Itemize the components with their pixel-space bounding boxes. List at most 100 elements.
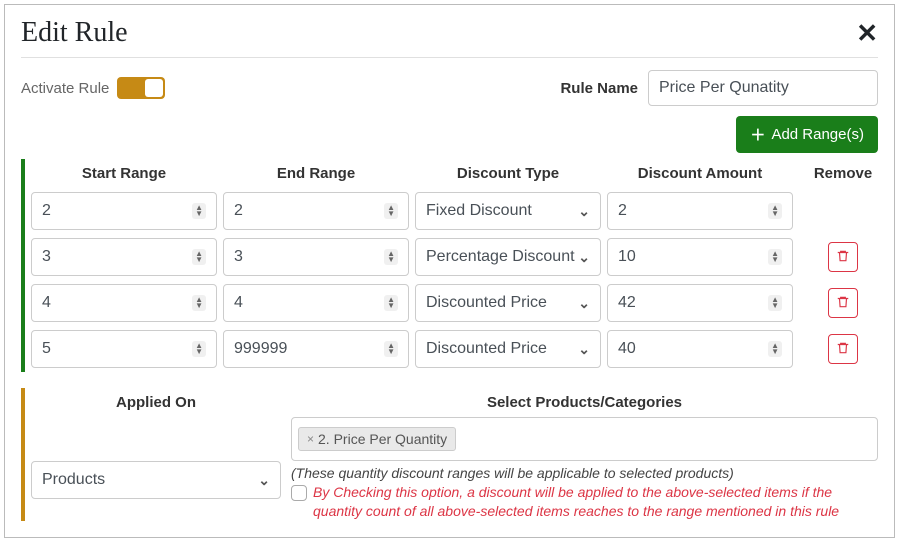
start-range-input-value: 2 — [42, 202, 51, 220]
chevron-down-icon: ⌄ — [578, 203, 590, 220]
remove-cell — [799, 284, 887, 322]
end-range-input[interactable]: 2 ▲▼ — [223, 192, 409, 230]
toggle-knob — [145, 79, 163, 97]
applied-body: Products ⌄ × 2. Price Per Quantity (Thes… — [31, 417, 878, 521]
range-row: 2 ▲▼ 2 ▲▼ Fixed Discount ⌄ 2 ▲▼ — [31, 188, 878, 234]
discount-type-select-value: Discounted Price — [426, 340, 547, 358]
end-range-input-value: 2 — [234, 202, 243, 220]
col-remove: Remove — [799, 165, 887, 182]
start-range-input-value: 4 — [42, 294, 51, 312]
activate-rule-toggle[interactable] — [117, 77, 165, 99]
ranges-header: Start Range End Range Discount Type Disc… — [31, 159, 878, 188]
add-range-button[interactable]: ＋ Add Range(s) — [736, 116, 878, 153]
spinner-icon[interactable]: ▲▼ — [384, 249, 398, 265]
activate-rule-label: Activate Rule — [21, 80, 109, 97]
chevron-down-icon: ⌄ — [578, 249, 590, 266]
trash-icon — [836, 249, 850, 266]
discount-type-select-value: Fixed Discount — [426, 202, 532, 220]
discount-amount-input-value: 40 — [618, 340, 636, 358]
discount-amount-input[interactable]: 40 ▲▼ — [607, 330, 793, 368]
dialog-title: Edit Rule — [21, 17, 128, 49]
start-range-input[interactable]: 4 ▲▼ — [31, 284, 217, 322]
spinner-icon[interactable]: ▲▼ — [384, 203, 398, 219]
selected-product-chip: × 2. Price Per Quantity — [298, 427, 456, 451]
remove-cell — [799, 238, 887, 276]
combined-quantity-warning: By Checking this option, a discount will… — [313, 483, 878, 521]
start-range-input-value: 3 — [42, 248, 51, 266]
combined-quantity-row: By Checking this option, a discount will… — [291, 483, 878, 521]
discount-type-select-value: Percentage Discount — [426, 248, 575, 266]
spinner-icon[interactable]: ▲▼ — [384, 341, 398, 357]
end-range-input[interactable]: 999999 ▲▼ — [223, 330, 409, 368]
trash-icon — [836, 341, 850, 358]
spinner-icon[interactable]: ▲▼ — [768, 203, 782, 219]
rule-name-input[interactable] — [648, 70, 878, 106]
discount-type-select[interactable]: Discounted Price⌄ — [415, 284, 601, 322]
col-end-range: End Range — [223, 165, 409, 182]
remove-cell — [799, 330, 887, 368]
end-range-input-value: 3 — [234, 248, 243, 266]
end-range-input-value: 4 — [234, 294, 243, 312]
remove-range-button[interactable] — [828, 334, 858, 364]
remove-cell-empty — [799, 192, 887, 230]
dialog-header: Edit Rule ✕ — [5, 5, 894, 57]
add-range-label: Add Range(s) — [771, 126, 864, 143]
spinner-icon[interactable]: ▲▼ — [192, 295, 206, 311]
products-multiselect[interactable]: × 2. Price Per Quantity — [291, 417, 878, 461]
discount-amount-input[interactable]: 42 ▲▼ — [607, 284, 793, 322]
start-range-input[interactable]: 5 ▲▼ — [31, 330, 217, 368]
start-range-input-value: 5 — [42, 340, 51, 358]
close-icon[interactable]: ✕ — [856, 20, 878, 46]
ranges-body: 2 ▲▼ 2 ▲▼ Fixed Discount ⌄ 2 ▲▼ 3 ▲▼ 3 ▲▼ Percentage… — [31, 188, 878, 372]
rule-name-label: Rule Name — [560, 80, 638, 97]
end-range-input[interactable]: 3 ▲▼ — [223, 238, 409, 276]
activate-row: Activate Rule Rule Name — [5, 58, 894, 116]
chevron-down-icon: ⌄ — [578, 341, 590, 358]
discount-type-select[interactable]: Percentage Discount⌄ — [415, 238, 601, 276]
range-row: 3 ▲▼ 3 ▲▼ Percentage Discount⌄ 10 ▲▼ — [31, 234, 878, 280]
spinner-icon[interactable]: ▲▼ — [768, 295, 782, 311]
col-discount-amount: Discount Amount — [607, 165, 793, 182]
discount-amount-input[interactable]: 10 ▲▼ — [607, 238, 793, 276]
plus-icon: ＋ — [750, 124, 765, 145]
discount-amount-input-value: 10 — [618, 248, 636, 266]
applied-right: × 2. Price Per Quantity (These quantity … — [291, 417, 878, 521]
end-range-input[interactable]: 4 ▲▼ — [223, 284, 409, 322]
rule-name-wrap: Rule Name — [560, 70, 878, 106]
select-products-header: Select Products/Categories — [291, 394, 878, 411]
applied-on-value: Products — [42, 471, 105, 489]
col-start-range: Start Range — [31, 165, 217, 182]
discount-amount-input-value: 42 — [618, 294, 636, 312]
spinner-icon[interactable]: ▲▼ — [192, 203, 206, 219]
spinner-icon[interactable]: ▲▼ — [768, 341, 782, 357]
applied-block: Applied On Select Products/Categories Pr… — [21, 388, 878, 521]
discount-amount-input-value: 2 — [618, 202, 627, 220]
discount-type-select[interactable]: Fixed Discount ⌄ — [415, 192, 601, 230]
remove-range-button[interactable] — [828, 242, 858, 272]
remove-range-button[interactable] — [828, 288, 858, 318]
activate-left: Activate Rule — [21, 77, 165, 99]
chip-remove-icon[interactable]: × — [307, 432, 314, 446]
range-row: 4 ▲▼ 4 ▲▼ Discounted Price⌄ 42 ▲▼ — [31, 280, 878, 326]
discount-type-select[interactable]: Discounted Price ⌄ — [415, 330, 601, 368]
spinner-icon[interactable]: ▲▼ — [768, 249, 782, 265]
end-range-input-value: 999999 — [234, 340, 287, 358]
start-range-input[interactable]: 3 ▲▼ — [31, 238, 217, 276]
applied-on-header: Applied On — [31, 394, 281, 411]
chevron-down-icon: ⌄ — [258, 472, 270, 489]
spinner-icon[interactable]: ▲▼ — [192, 341, 206, 357]
edit-rule-dialog: Edit Rule ✕ Activate Rule Rule Name ＋ Ad… — [4, 4, 895, 538]
applied-header: Applied On Select Products/Categories — [31, 388, 878, 417]
combined-quantity-checkbox[interactable] — [291, 485, 307, 501]
applicability-note: (These quantity discount ranges will be … — [291, 465, 878, 481]
add-range-row: ＋ Add Range(s) — [5, 116, 894, 159]
start-range-input[interactable]: 2 ▲▼ — [31, 192, 217, 230]
trash-icon — [836, 295, 850, 312]
applied-on-select[interactable]: Products ⌄ — [31, 461, 281, 499]
discount-type-select-value: Discounted Price — [426, 294, 547, 312]
chip-label: 2. Price Per Quantity — [318, 431, 447, 447]
ranges-block: Start Range End Range Discount Type Disc… — [21, 159, 878, 372]
spinner-icon[interactable]: ▲▼ — [192, 249, 206, 265]
spinner-icon[interactable]: ▲▼ — [384, 295, 398, 311]
discount-amount-input[interactable]: 2 ▲▼ — [607, 192, 793, 230]
